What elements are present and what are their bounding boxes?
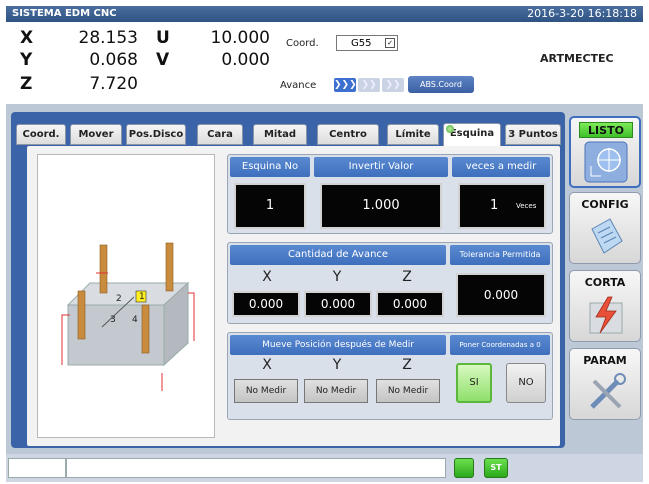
y-axis-label: Y bbox=[20, 50, 33, 70]
app-title: SISTEMA EDM CNC bbox=[12, 8, 117, 19]
mueve-x-button[interactable]: No Medir bbox=[234, 379, 298, 403]
listo-button[interactable]: LISTO bbox=[569, 116, 641, 188]
mueve-header: Mueve Posición después de Medir bbox=[230, 335, 446, 355]
esquina-no-header: Esquina No bbox=[230, 157, 310, 177]
z-axis-value: 7.720 bbox=[89, 74, 138, 94]
v-axis-value: 0.000 bbox=[221, 50, 270, 70]
tab-mover[interactable]: Mover bbox=[70, 124, 122, 145]
param-button[interactable]: PARAM bbox=[569, 348, 641, 420]
speed-slow-button[interactable]: ❯❯ bbox=[382, 78, 404, 92]
tab-centro[interactable]: Centro bbox=[317, 124, 379, 145]
u-axis-value: 10.000 bbox=[210, 28, 270, 48]
avance-y-display[interactable]: 0.000 bbox=[304, 291, 372, 317]
target-icon bbox=[584, 141, 628, 183]
invertir-valor-display[interactable]: 1.000 bbox=[320, 183, 442, 229]
x-axis-label: X bbox=[20, 28, 34, 48]
no-button[interactable]: NO bbox=[506, 363, 546, 403]
avance-section: Cantidad de Avance Tolerancia Permitida … bbox=[227, 242, 553, 324]
status-message-field bbox=[66, 458, 446, 478]
corta-button[interactable]: CORTA bbox=[569, 270, 641, 342]
tab-panel: Coord. Mover Pos.Disco Cara Mitad Centro… bbox=[11, 112, 565, 448]
tab-cara[interactable]: Cara bbox=[197, 124, 243, 145]
avance-x-label: X bbox=[262, 269, 272, 285]
mueve-z-button[interactable]: No Medir bbox=[376, 379, 440, 403]
avance-label: Avance bbox=[280, 80, 317, 91]
corner-4-label: 4 bbox=[132, 315, 138, 325]
coordinate-panel: X 28.153 Y 0.068 Z 7.720 U 10.000 V 0.00… bbox=[6, 22, 643, 104]
abs-coord-button[interactable]: ABS.Coord bbox=[408, 76, 474, 93]
tab-3-puntos[interactable]: 3 Puntos bbox=[505, 124, 561, 145]
brand-logo: ARTMECTEC bbox=[540, 52, 614, 65]
clipboard-icon bbox=[591, 218, 623, 254]
tab-pos-disco[interactable]: Pos.Disco bbox=[126, 124, 186, 145]
avance-z-label: Z bbox=[402, 269, 412, 285]
x-axis-value: 28.153 bbox=[78, 28, 138, 48]
config-button[interactable]: CONFIG bbox=[569, 192, 641, 264]
tab-mitad[interactable]: Mitad bbox=[253, 124, 307, 145]
avance-header: Cantidad de Avance bbox=[230, 245, 446, 265]
param-label: PARAM bbox=[583, 354, 627, 367]
mueve-y-button[interactable]: No Medir bbox=[304, 379, 368, 403]
tolerancia-display[interactable]: 0.000 bbox=[456, 273, 546, 317]
tab-coord[interactable]: Coord. bbox=[16, 124, 66, 145]
invertir-valor-header: Invertir Valor bbox=[314, 157, 448, 177]
coord-system-value: G55 bbox=[351, 37, 372, 49]
mueve-x-label: X bbox=[262, 357, 272, 373]
status-indicator-icon bbox=[454, 458, 474, 478]
esquina-content: 2 1 3 4 Esquina No Invertir Valor veces … bbox=[27, 146, 560, 446]
corner-illustration: 2 1 3 4 bbox=[37, 154, 215, 438]
status-field-left bbox=[8, 458, 66, 478]
u-axis-label: U bbox=[156, 28, 170, 48]
v-axis-label: V bbox=[156, 50, 170, 70]
tab-esquina[interactable]: Esquina bbox=[443, 123, 501, 147]
corner-3-label: 3 bbox=[110, 315, 116, 325]
veces-header: veces a medir bbox=[452, 157, 550, 177]
y-axis-value: 0.068 bbox=[89, 50, 138, 70]
avance-z-display[interactable]: 0.000 bbox=[376, 291, 444, 317]
chevron-down-icon: ✓ bbox=[385, 38, 395, 48]
coord-label: Coord. bbox=[286, 38, 319, 49]
st-indicator: ST bbox=[484, 458, 508, 478]
lightning-icon bbox=[589, 296, 623, 334]
speed-fast-button[interactable]: ❯❯❯ bbox=[334, 78, 357, 92]
tools-icon bbox=[590, 373, 626, 409]
veces-unit: Veces bbox=[516, 202, 537, 210]
active-indicator-icon bbox=[446, 125, 454, 133]
veces-value: 1 bbox=[490, 198, 499, 213]
listo-label: LISTO bbox=[579, 122, 633, 138]
si-button[interactable]: SI bbox=[456, 363, 492, 403]
poner-coord-header: Poner Coordenadas a 0 bbox=[450, 335, 550, 355]
tab-esquina-label: Esquina bbox=[449, 128, 495, 139]
status-bar: ST bbox=[6, 454, 643, 482]
esquina-no-display[interactable]: 1 bbox=[234, 183, 306, 229]
avance-y-label: Y bbox=[332, 269, 342, 285]
mueve-z-label: Z bbox=[402, 357, 412, 373]
tolerancia-header: Tolerancia Permitida bbox=[450, 245, 550, 265]
mueve-y-label: Y bbox=[332, 357, 342, 373]
speed-medium-button[interactable]: ❯❯ bbox=[358, 78, 380, 92]
title-bar: SISTEMA EDM CNC 2016-3-20 16:18:18 bbox=[6, 6, 643, 22]
config-label: CONFIG bbox=[581, 198, 629, 211]
corner-2-label: 2 bbox=[116, 294, 122, 304]
tab-limite[interactable]: Límite bbox=[387, 124, 439, 145]
coord-system-select[interactable]: G55 ✓ bbox=[336, 35, 398, 51]
avance-x-display[interactable]: 0.000 bbox=[232, 291, 300, 317]
z-axis-label: Z bbox=[20, 74, 33, 94]
corner-settings-section: Esquina No Invertir Valor veces a medir … bbox=[227, 154, 553, 234]
veces-display[interactable]: 1 Veces bbox=[458, 183, 546, 229]
corta-label: CORTA bbox=[584, 276, 626, 289]
workpiece-diagram bbox=[61, 242, 195, 391]
mueve-section: Mueve Posición después de Medir Poner Co… bbox=[227, 332, 553, 420]
main-area: Coord. Mover Pos.Disco Cara Mitad Centro… bbox=[6, 104, 643, 454]
datetime-display: 2016-3-20 16:18:18 bbox=[527, 7, 637, 20]
corner-1-label: 1 bbox=[139, 292, 145, 302]
